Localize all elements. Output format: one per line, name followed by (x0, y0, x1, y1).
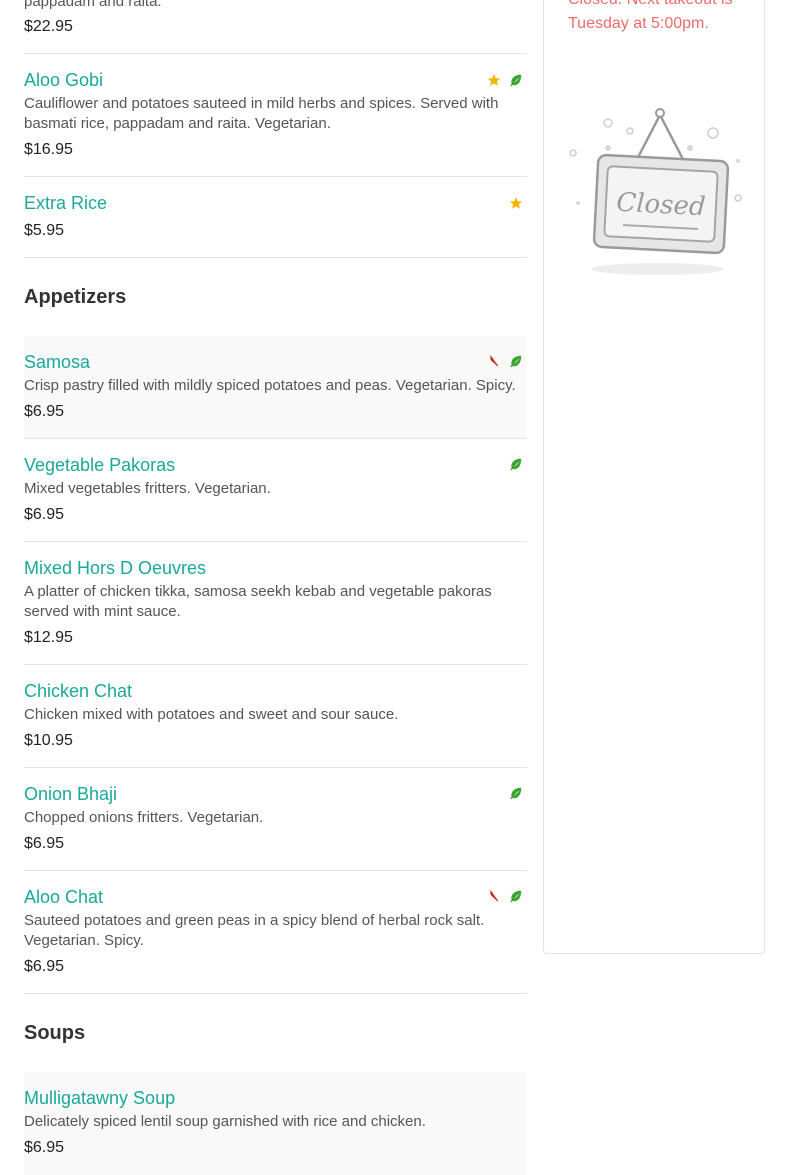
menu-item-chicken-chat[interactable]: Chicken Chat Chicken mixed with potatoes… (24, 665, 527, 768)
chili-icon (489, 890, 499, 902)
item-icons (509, 457, 523, 471)
item-icons (487, 354, 523, 368)
item-name[interactable]: Aloo Chat (24, 886, 103, 908)
item-description: Sauteed potatoes and green peas in a spi… (24, 912, 485, 949)
item-description: Mixed vegetables fritters. Vegetarian. (24, 480, 271, 497)
item-price: $22.95 (24, 18, 73, 35)
item-name[interactable]: Samosa (24, 351, 90, 373)
item-name[interactable]: Mixed Hors D Oeuvres (24, 557, 206, 579)
item-description: Crisp pastry filled with mildly spiced p… (24, 377, 516, 394)
leaf-icon (510, 355, 522, 368)
item-icons (509, 786, 523, 800)
star-icon (487, 74, 501, 86)
item-price: $6.95 (24, 506, 65, 523)
item-name[interactable]: Aloo Gobi (24, 69, 103, 91)
item-name[interactable]: Chicken Chat (24, 680, 132, 702)
item-price: $6.95 (24, 958, 65, 975)
leaf-icon (510, 458, 522, 471)
item-description: Chopped onions fritters. Vegetarian. (24, 809, 264, 826)
menu-item-mixed-hors-d-oeuvres[interactable]: Mixed Hors D Oeuvres A platter of chicke… (24, 542, 527, 665)
item-icons (509, 196, 523, 210)
leaf-icon (510, 74, 522, 87)
item-name[interactable]: Mulligatawny Soup (24, 1087, 175, 1109)
menu-item-mulligatawny-soup[interactable]: Mulligatawny Soup Delicately spiced lent… (24, 1072, 527, 1175)
item-name[interactable]: Extra Rice (24, 192, 107, 214)
item-icons (487, 889, 523, 903)
item-price: $16.95 (24, 141, 73, 158)
item-price: $10.95 (24, 732, 73, 749)
closed-sign-label: Closed (616, 188, 707, 223)
menu-item-aloo-gobi[interactable]: Aloo Gobi Cauliflower and potatoes saute… (24, 54, 527, 177)
item-price: $6.95 (24, 1139, 65, 1156)
item-name[interactable]: Vegetable Pakoras (24, 454, 175, 476)
menu-item-partial: pappadam and raita. $22.95 (24, 0, 527, 54)
leaf-icon (510, 787, 522, 800)
item-name[interactable]: Onion Bhaji (24, 783, 117, 805)
item-icons (487, 73, 523, 87)
section-title-soups: Soups (24, 1022, 86, 1044)
item-price: $6.95 (24, 835, 65, 852)
menu-item-vegetable-pakoras[interactable]: Vegetable Pakoras Mixed vegetables fritt… (24, 439, 527, 542)
menu-item-extra-rice[interactable]: Extra Rice $5.95 (24, 177, 527, 258)
item-description: Cauliflower and potatoes sauteed in mild… (24, 95, 499, 132)
star-icon (509, 197, 523, 209)
menu-item-aloo-chat[interactable]: Aloo Chat Sauteed potatoes and green pea… (24, 871, 527, 994)
item-description: pappadam and raita. (24, 0, 162, 10)
leaf-icon (510, 890, 522, 903)
menu-item-onion-bhaji[interactable]: Onion Bhaji Chopped onions fritters. Veg… (24, 768, 527, 871)
order-sidebar: Closed. Next takeout is Tuesday at 5:00p… (543, 0, 765, 954)
item-description: Chicken mixed with potatoes and sweet an… (24, 706, 399, 723)
item-price: $12.95 (24, 629, 73, 646)
takeout-status-text: Closed. Next takeout is Tuesday at 5:00p… (568, 0, 733, 32)
closed-sign-icon: Closed (569, 108, 742, 275)
chili-icon (489, 355, 499, 367)
item-price: $6.95 (24, 403, 65, 420)
section-title-appetizers: Appetizers (24, 286, 127, 308)
menu-item-samosa[interactable]: Samosa Crisp pastry filled with mildly s… (24, 336, 527, 439)
item-price: $5.95 (24, 222, 65, 239)
item-description: A platter of chicken tikka, samosa seekh… (24, 583, 492, 620)
item-description: Delicately spiced lentil soup garnished … (24, 1113, 426, 1130)
